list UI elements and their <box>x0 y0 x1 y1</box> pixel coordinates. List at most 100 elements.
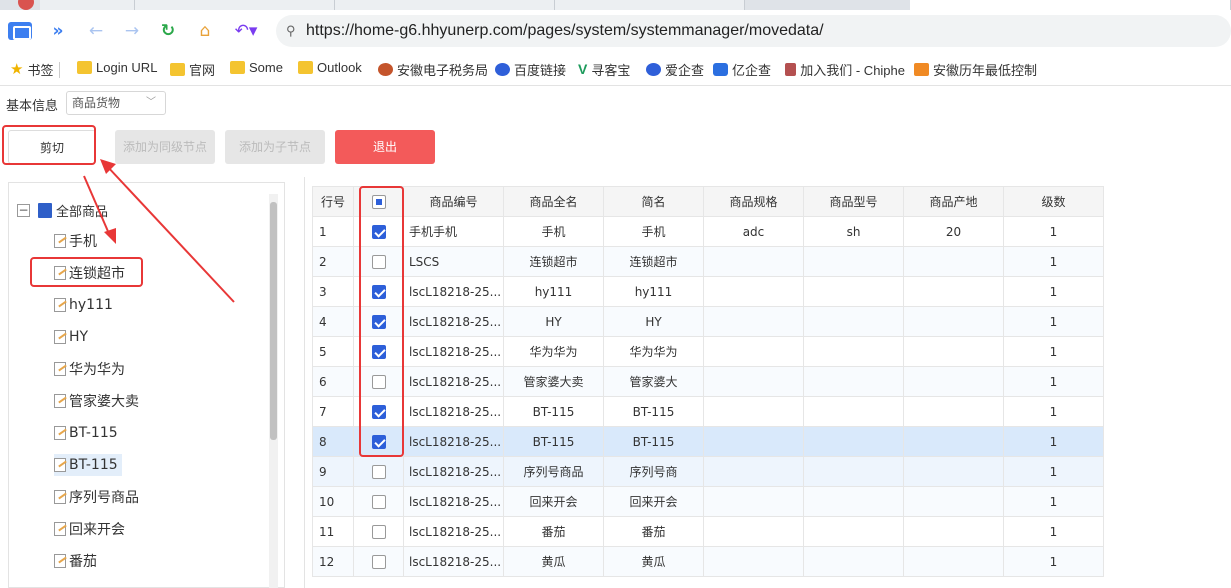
bookmark-item[interactable]: 爱企查 <box>646 60 704 79</box>
browser-tab[interactable] <box>335 0 555 10</box>
col-header-level[interactable]: 级数 <box>1003 186 1104 217</box>
row-number-cell: 5 <box>312 336 354 367</box>
tree-node[interactable]: 番茄 <box>54 550 97 572</box>
table-row[interactable]: 5 lscL18218-25... 华为华为 华为华为 1 <box>312 336 1104 367</box>
category-select-value: 商品货物 <box>72 96 121 110</box>
bookmark-label: 加入我们 - Chiphe <box>800 63 905 78</box>
browser-tab-active[interactable] <box>910 0 1231 10</box>
folder-icon <box>230 61 245 74</box>
spec-cell <box>703 366 804 397</box>
table-row[interactable]: 10 lscL18218-25... 回来开会 回来开会 1 <box>312 486 1104 517</box>
bookmark-item[interactable]: 安徽电子税务局 <box>378 60 488 79</box>
level-cell: 1 <box>1003 426 1104 457</box>
exit-button[interactable]: 退出 <box>335 130 435 164</box>
table-row[interactable]: 4 lscL18218-25... HY HY 1 <box>312 306 1104 337</box>
annotation-box-cut <box>2 125 96 165</box>
add-child-node-button[interactable]: 添加为子节点 <box>225 130 325 164</box>
select-cell <box>353 516 404 547</box>
row-checkbox[interactable] <box>371 494 386 509</box>
divider <box>59 61 61 78</box>
bookmark-item[interactable]: 加入我们 - Chiphe <box>785 60 905 79</box>
origin-cell <box>903 276 1004 307</box>
tree-node[interactable]: BT-115 <box>54 422 118 444</box>
address-bar-row: » ← → ↻ ⌂ ↶▾ ⚲ https://home-g6.hhyunerp.… <box>0 10 1231 52</box>
table-row[interactable]: 6 lscL18218-25... 管家婆大卖 管家婆大 1 <box>312 366 1104 397</box>
bookmark-item[interactable]: Outlook <box>298 60 362 75</box>
arrow-head <box>100 159 116 174</box>
row-checkbox[interactable] <box>371 464 386 479</box>
row-number-cell: 9 <box>312 456 354 487</box>
fullname-cell: hy111 <box>503 276 604 307</box>
expand-icon[interactable]: » <box>46 19 70 43</box>
col-header-code[interactable]: 商品编号 <box>403 186 504 217</box>
col-header-model[interactable]: 商品型号 <box>803 186 904 217</box>
tree-node[interactable]: 华为华为 <box>54 358 125 380</box>
home-icon[interactable]: ⌂ <box>193 19 217 43</box>
col-header-origin[interactable]: 商品产地 <box>903 186 1004 217</box>
code-cell: lscL18218-25... <box>403 306 504 337</box>
row-checkbox[interactable] <box>371 524 386 539</box>
table-row[interactable]: 2 LSCS 连锁超市 连锁超市 1 <box>312 246 1104 277</box>
collapse-icon[interactable]: − <box>17 204 30 217</box>
tree-node-label: 回来开会 <box>69 522 125 538</box>
model-cell <box>803 396 904 427</box>
select-cell <box>353 486 404 517</box>
bookmark-item[interactable]: 亿企查 <box>713 60 771 79</box>
col-header-row-no[interactable]: 行号 <box>312 186 354 217</box>
origin-cell <box>903 426 1004 457</box>
tree-node[interactable]: HY <box>54 326 88 348</box>
tree-node[interactable]: hy111 <box>54 294 113 316</box>
table-row[interactable]: 8 lscL18218-25... BT-115 BT-115 1 <box>312 426 1104 457</box>
browser-tab[interactable] <box>40 0 135 10</box>
bookmark-item[interactable]: 百度链接 <box>495 60 566 79</box>
undo-close-icon[interactable]: ↶▾ <box>230 19 262 43</box>
tree-node[interactable]: 管家婆大卖 <box>54 390 139 412</box>
level-cell: 1 <box>1003 216 1104 247</box>
tree-scrollbar[interactable] <box>269 194 278 588</box>
table-row[interactable]: 9 lscL18218-25... 序列号商品 序列号商 1 <box>312 456 1104 487</box>
tree-node-label: 手机 <box>69 234 97 250</box>
row-checkbox[interactable] <box>371 554 386 569</box>
bookmark-item[interactable]: ★ 书签 <box>10 60 61 79</box>
spec-cell <box>703 516 804 547</box>
bookmark-item[interactable]: V 寻客宝 <box>578 60 630 79</box>
bookmark-item[interactable]: Login URL <box>77 60 157 75</box>
bookmark-label: 官网 <box>189 63 216 78</box>
table-row[interactable]: 12 lscL18218-25... 黄瓜 黄瓜 1 <box>312 546 1104 577</box>
tree-node[interactable]: 手机 <box>54 230 97 252</box>
spec-cell <box>703 276 804 307</box>
bookmark-item[interactable]: 官网 <box>170 60 215 79</box>
tree-node-label: 番茄 <box>69 554 97 570</box>
sidebar-toggle-icon[interactable] <box>8 22 32 40</box>
edit-doc-icon <box>54 490 66 504</box>
shortname-cell: 序列号商 <box>603 456 704 487</box>
row-number-cell: 4 <box>312 306 354 337</box>
back-icon[interactable]: ← <box>84 19 108 43</box>
col-header-shortname[interactable]: 简名 <box>603 186 704 217</box>
browser-tab[interactable] <box>555 0 745 10</box>
col-header-fullname[interactable]: 商品全名 <box>503 186 604 217</box>
bookmark-item[interactable]: Some <box>230 60 283 75</box>
col-header-spec[interactable]: 商品规格 <box>703 186 804 217</box>
url-field[interactable]: ⚲ https://home-g6.hhyunerp.com/pages/sys… <box>276 15 1231 47</box>
row-number-cell: 11 <box>312 516 354 547</box>
table-row[interactable]: 1 手机手机 手机 手机 adc sh 20 1 <box>312 216 1104 247</box>
orange-icon <box>914 63 929 76</box>
add-sibling-node-button[interactable]: 添加为同级节点 <box>115 130 215 164</box>
scroll-thumb[interactable] <box>270 202 277 440</box>
table-row[interactable]: 7 lscL18218-25... BT-115 BT-115 1 <box>312 396 1104 427</box>
browser-tab[interactable] <box>135 0 335 10</box>
tree-node[interactable]: 序列号商品 <box>54 486 139 508</box>
category-select[interactable]: 商品货物 ﹀ <box>66 91 166 115</box>
table-row[interactable]: 11 lscL18218-25... 番茄 番茄 1 <box>312 516 1104 547</box>
tree-node[interactable]: 回来开会 <box>54 518 125 540</box>
tree-root[interactable]: − 全部商品 <box>17 201 108 220</box>
tree-node-label: 华为华为 <box>69 362 125 378</box>
bookmark-item[interactable]: 安徽历年最低控制 <box>914 60 1037 79</box>
tree-node-selected[interactable]: BT-115 <box>54 454 122 476</box>
reload-icon[interactable]: ↻ <box>156 19 180 43</box>
table-row[interactable]: 3 lscL18218-25... hy111 hy111 1 <box>312 276 1104 307</box>
spec-cell <box>703 426 804 457</box>
forward-icon[interactable]: → <box>120 19 144 43</box>
edit-doc-icon <box>54 234 66 248</box>
